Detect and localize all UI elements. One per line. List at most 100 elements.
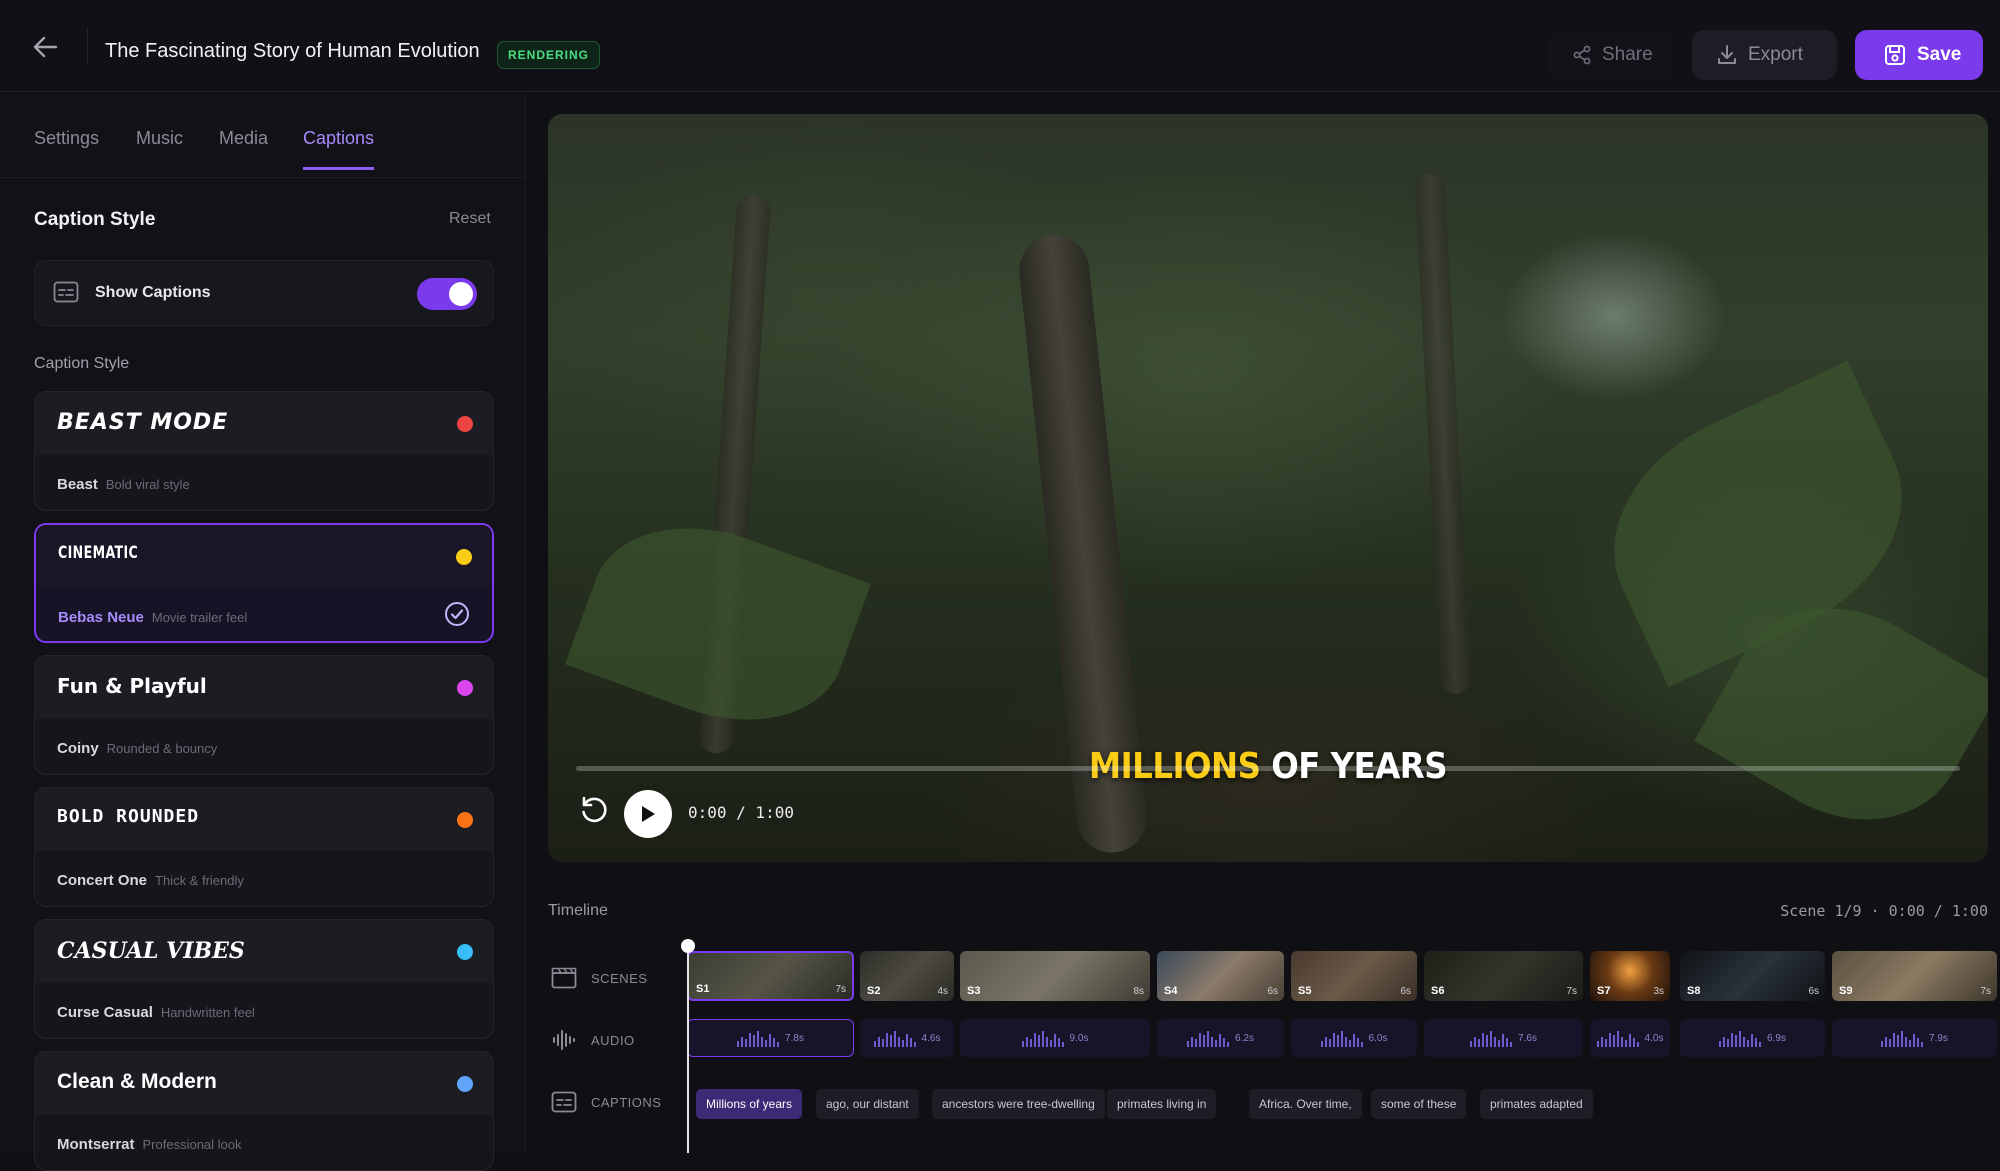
show-captions-toggle[interactable] <box>417 278 477 310</box>
style-preview-text: Clean & Modern <box>57 1070 217 1093</box>
style-font-desc: Handwritten feel <box>160 1005 255 1020</box>
waveform-bar <box>893 1031 896 1047</box>
caption-chip[interactable]: primates adapted <box>1480 1089 1593 1119</box>
waveform-bar <box>773 1038 776 1047</box>
waveform-bar <box>1227 1042 1230 1047</box>
audio-clip[interactable]: 9.0s <box>960 1019 1150 1057</box>
caption-chip[interactable]: ago, our distant <box>816 1089 919 1119</box>
scene-clip-s7[interactable]: S7 3s <box>1590 951 1670 1001</box>
style-card-casual-vibes[interactable]: CASUAL VIBES Curse Casual Handwritten fee… <box>34 919 494 1039</box>
share-button[interactable]: Share <box>1548 30 1672 80</box>
waveform-bar <box>1759 1042 1762 1047</box>
back-button[interactable] <box>28 32 62 62</box>
replay-button[interactable] <box>576 792 612 828</box>
tab-music[interactable]: Music <box>136 128 183 167</box>
style-card-beast-mode[interactable]: BEAST MODE Beast Bold viral style <box>34 391 494 511</box>
audio-clip[interactable]: 4.0s <box>1590 1019 1670 1057</box>
audio-clip[interactable]: 6.2s <box>1157 1019 1284 1057</box>
progress-bar[interactable] <box>576 766 1960 771</box>
scene-duration: 8s <box>1133 986 1144 997</box>
scene-clip-s3[interactable]: S3 8s <box>960 951 1150 1001</box>
scene-id: S2 <box>867 985 881 997</box>
caption-chip[interactable]: primates living in <box>1107 1089 1217 1119</box>
audio-clip[interactable]: 6.0s <box>1291 1019 1417 1057</box>
waveform-bar <box>1731 1033 1734 1047</box>
waveform-bar <box>745 1039 748 1047</box>
waveform-bar <box>1324 1037 1327 1047</box>
waveform-bar <box>753 1035 756 1047</box>
caption-chip[interactable]: Millions of years <box>696 1089 803 1119</box>
share-label: Share <box>1602 44 1653 65</box>
export-button[interactable]: Export <box>1692 30 1837 80</box>
style-font-desc: Professional look <box>142 1137 242 1152</box>
style-color-dot <box>457 680 473 696</box>
scene-clip-s2[interactable]: S2 4s <box>860 951 954 1001</box>
style-font-desc: Thick & friendly <box>155 873 244 888</box>
caption-chip[interactable]: Africa. Over time, <box>1249 1089 1362 1119</box>
scene-duration: 6s <box>1267 986 1278 997</box>
style-preview-area: BOLD ROUNDED <box>35 788 493 851</box>
caption-chip[interactable]: some of these <box>1371 1089 1467 1119</box>
timeline-panel: Timeline Scene 1/9 · 0:00 / 1:00 SCENES … <box>527 885 2000 1153</box>
style-card-clean-modern[interactable]: Clean & Modern Montserrat Professional lo… <box>34 1051 494 1171</box>
style-font-name: Beast Bold viral style <box>57 476 190 493</box>
style-preview-text: CINEMATIC <box>58 543 139 563</box>
waveform-bar <box>1041 1031 1044 1047</box>
captions-icon <box>551 1091 577 1113</box>
style-font-desc: Bold viral style <box>105 477 190 492</box>
export-label: Export <box>1748 44 1803 65</box>
caption-chip[interactable]: ancestors were tree-dwelling <box>932 1089 1105 1119</box>
waveform-bar <box>909 1038 912 1047</box>
audio-clip[interactable]: 7.8s <box>687 1019 854 1057</box>
waveform-bar <box>1360 1042 1363 1047</box>
playhead[interactable] <box>687 945 689 1153</box>
playhead-handle[interactable] <box>681 939 695 953</box>
save-button[interactable]: Save <box>1855 30 1983 80</box>
scene-duration: 7s <box>1566 986 1577 997</box>
style-preview-text: CASUAL VIBES <box>57 938 245 964</box>
scene-clip-s9[interactable]: S9 7s <box>1832 951 1997 1001</box>
waveform-bar <box>1061 1042 1064 1047</box>
audio-clip[interactable]: 4.6s <box>860 1019 954 1057</box>
waveform-bar <box>757 1031 760 1047</box>
timeline-info: Scene 1/9 · 0:00 / 1:00 <box>1780 902 1988 920</box>
scene-id: S6 <box>1431 985 1445 997</box>
waveform-bar <box>1352 1034 1355 1047</box>
waveform-bar <box>1616 1031 1619 1047</box>
style-card-fun-playful[interactable]: Fun & Playful Coiny Rounded & bouncy <box>34 655 494 775</box>
waveform-bar <box>1195 1039 1198 1047</box>
waveform <box>873 1029 916 1047</box>
waveform-bar <box>881 1039 884 1047</box>
scene-clip-s1[interactable]: S1 7s <box>687 951 854 1001</box>
scene-clip-s8[interactable]: S8 6s <box>1680 951 1825 1001</box>
scene-clip-s4[interactable]: S4 6s <box>1157 951 1284 1001</box>
style-font-name: Concert One Thick & friendly <box>57 872 244 889</box>
style-preview-area: BEAST MODE <box>35 392 493 455</box>
audio-clip[interactable]: 7.6s <box>1424 1019 1583 1057</box>
style-font-label: Curse Casual <box>57 1004 153 1021</box>
style-preview-area: Clean & Modern <box>35 1052 493 1115</box>
style-font-name: Montserrat Professional look <box>57 1136 242 1153</box>
waveform-bar <box>1490 1031 1493 1047</box>
audio-duration: 4.0s <box>1644 1032 1664 1044</box>
waveform-bar <box>1215 1040 1218 1047</box>
tab-media[interactable]: Media <box>219 128 268 167</box>
scene-clip-s5[interactable]: S5 6s <box>1291 951 1417 1001</box>
tab-captions[interactable]: Captions <box>303 128 375 170</box>
waveform-bar <box>889 1035 892 1047</box>
style-preview-text: BOLD ROUNDED <box>57 806 200 827</box>
tab-settings[interactable]: Settings <box>34 128 99 167</box>
style-card-bold-rounded[interactable]: BOLD ROUNDED Concert One Thick & friendly <box>34 787 494 907</box>
waveform-bar <box>1897 1035 1900 1047</box>
video-preview[interactable]: MILLIONS OF YEARS 0:00 / 1:00 <box>548 114 1988 862</box>
play-button[interactable] <box>624 790 672 838</box>
scene-id: S7 <box>1597 985 1611 997</box>
scene-clip-s6[interactable]: S6 7s <box>1424 951 1583 1001</box>
audio-clip[interactable]: 6.9s <box>1680 1019 1825 1057</box>
reset-button[interactable]: Reset <box>449 210 491 228</box>
captions-track: CAPTIONS Millions of years ago, our dista… <box>527 1071 2000 1133</box>
waveform <box>1719 1029 1762 1047</box>
style-card-cinematic[interactable]: CINEMATIC Bebas Neue Movie trailer feel <box>34 523 494 643</box>
waveform-bar <box>1219 1034 1222 1047</box>
audio-clip[interactable]: 7.9s <box>1832 1019 1997 1057</box>
